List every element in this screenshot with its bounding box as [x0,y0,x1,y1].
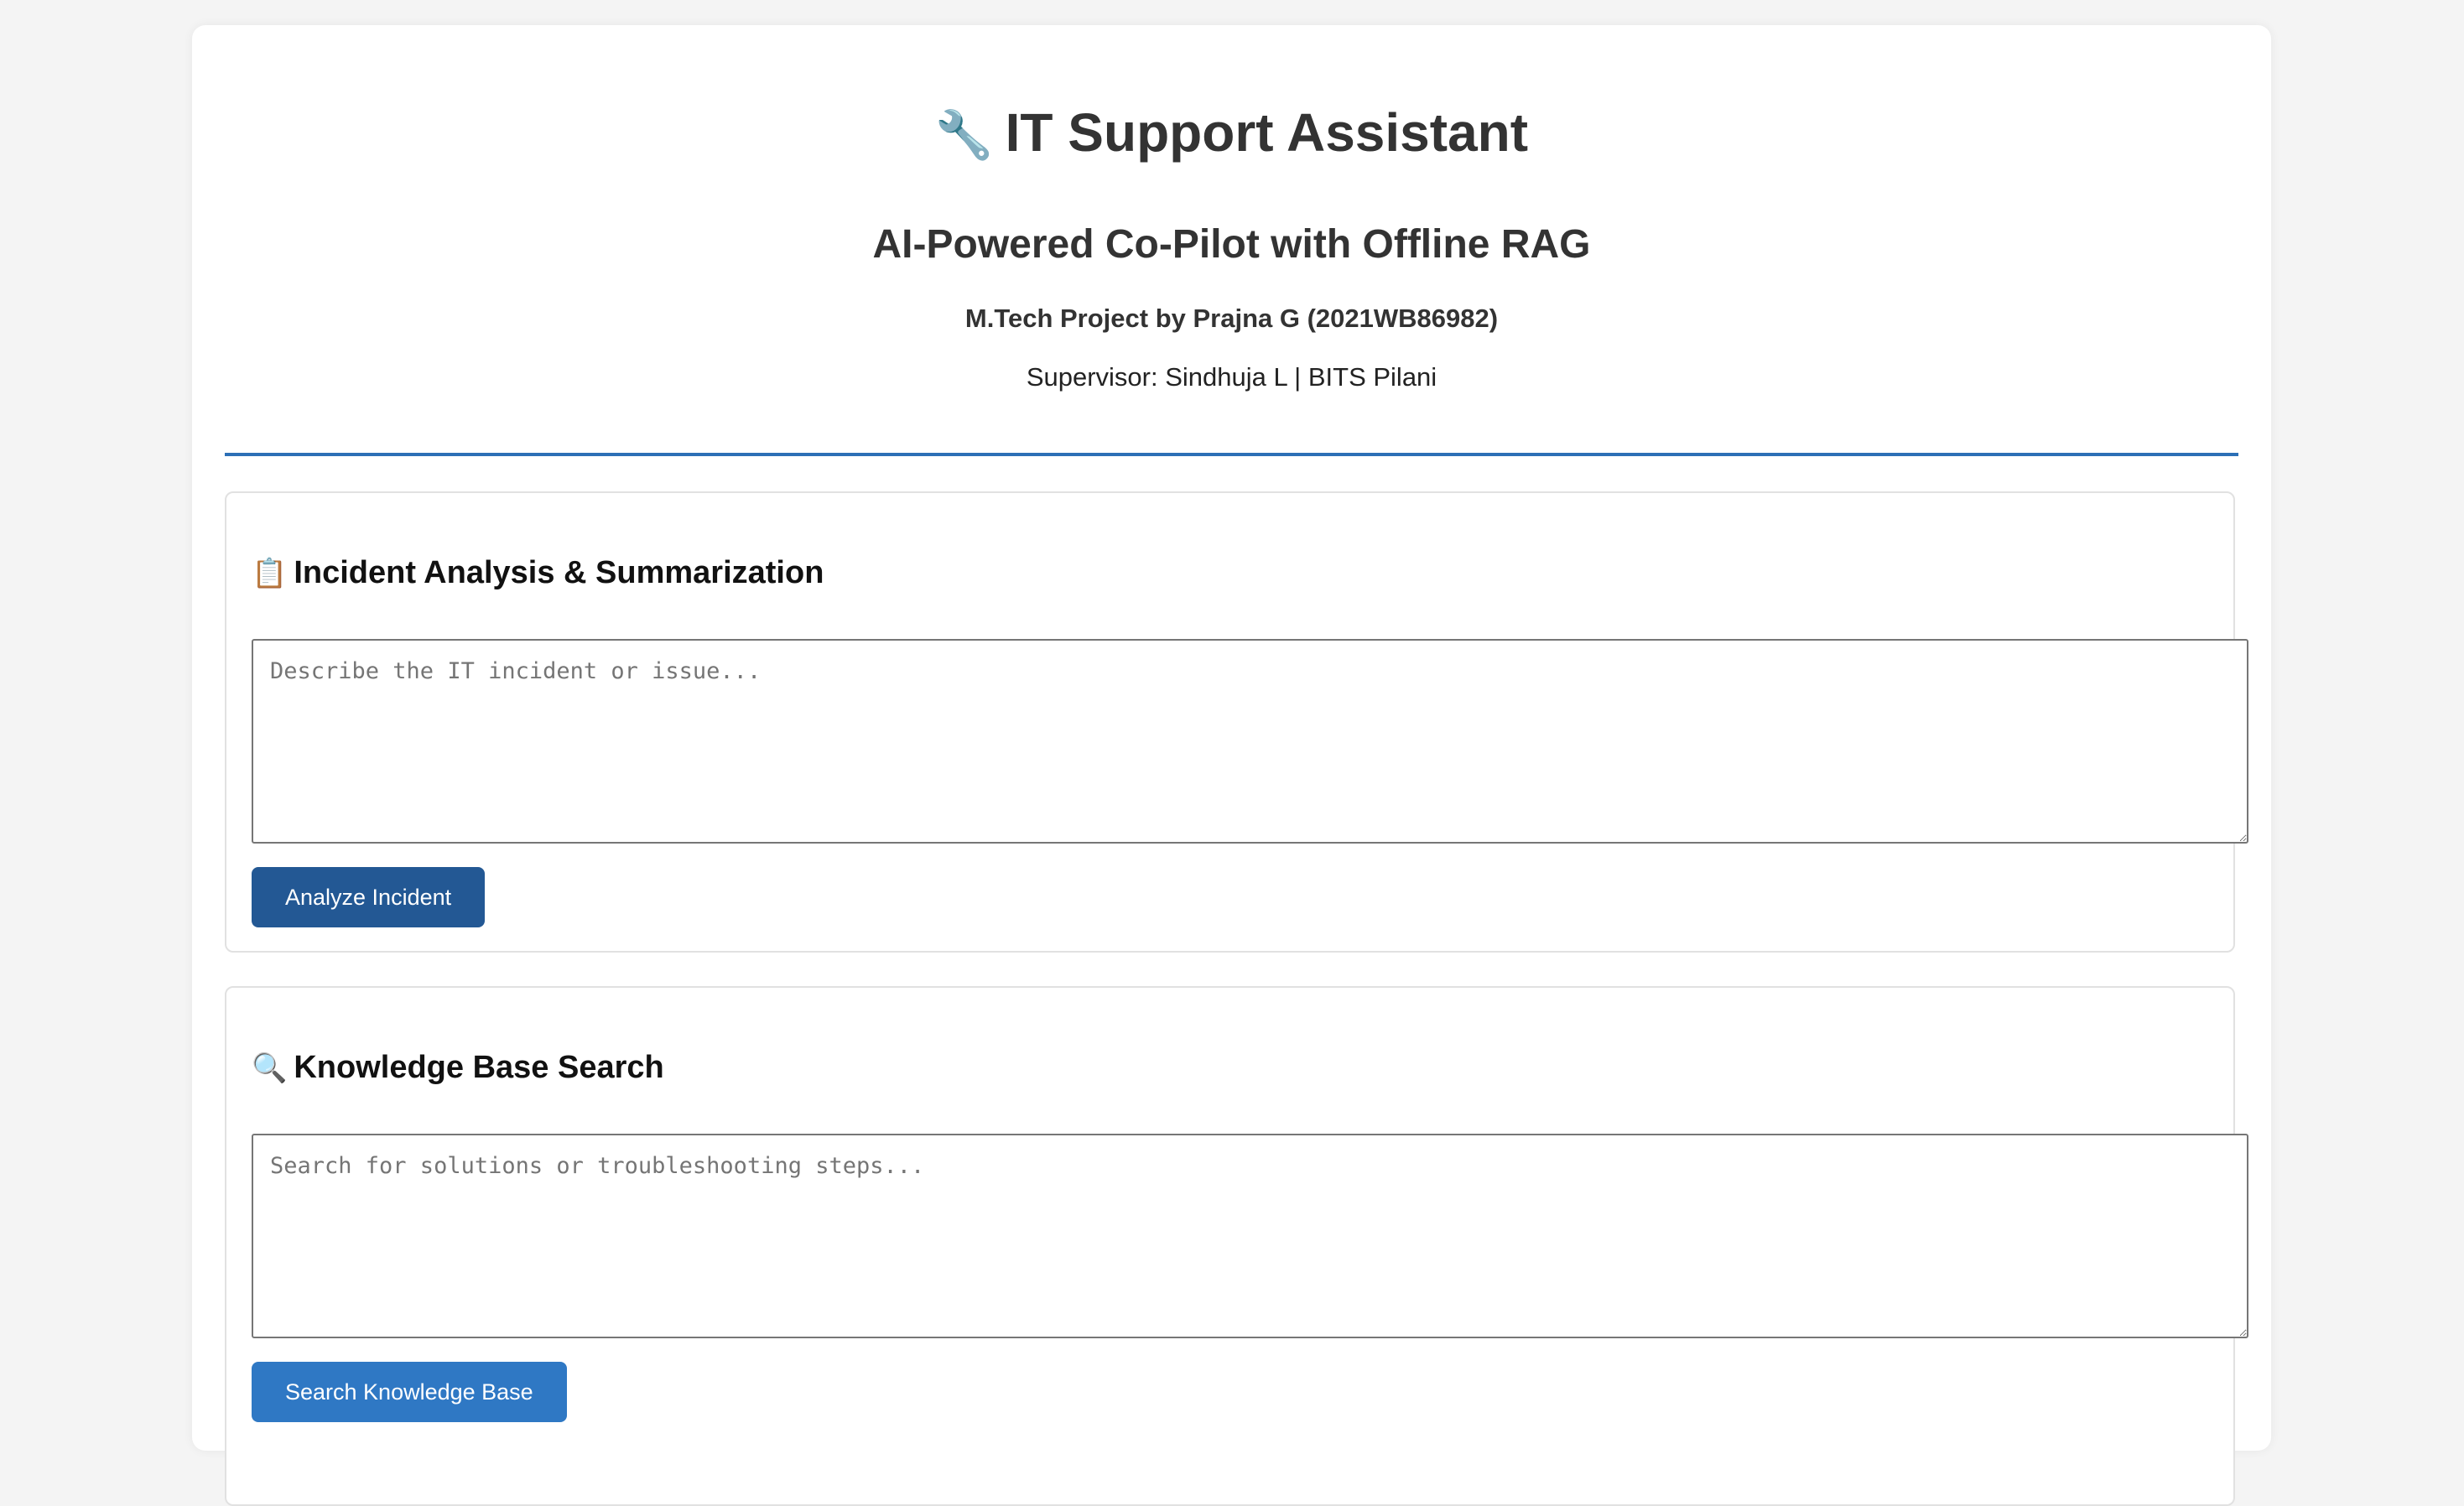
page-title-text: IT Support Assistant [1005,102,1529,163]
analyze-incident-button[interactable]: Analyze Incident [252,867,486,927]
wrench-icon: 🔧 [934,108,994,161]
incident-description-input[interactable] [252,639,2248,844]
incident-analysis-heading-text: Incident Analysis & Summarization [294,555,824,590]
incident-analysis-heading: 📋 Incident Analysis & Summarization [252,552,824,595]
main-container: 🔧 IT Support Assistant AI-Powered Co-Pilo… [192,25,2271,1506]
magnifier-icon: 🔍 [252,1052,288,1084]
supervisor-line: Supervisor: Sindhuja L | BITS Pilani [1026,362,1437,392]
knowledge-base-card: 🔍Knowledge Base Search Search Knowledge … [225,986,2248,1506]
page-subtitle: AI-Powered Co-Pilot with Offline RAG [872,222,1591,267]
knowledge-base-heading: 🔍 Knowledge Base Search [252,1046,664,1089]
knowledge-base-heading-text: Knowledge Base Search [294,1050,664,1085]
search-knowledge-base-button[interactable]: Search Knowledge Base [252,1362,567,1422]
project-byline: M.Tech Project by Prajna G (2021WB86982) [964,304,1499,333]
incident-analysis-card: 📋Incident Analysis & Summarization Analy… [225,491,2248,953]
knowledge-base-search-input[interactable] [252,1134,2248,1338]
page-title: 🔧 IT Support Assistant [192,99,2271,169]
header-divider [225,453,2238,456]
clipboard-icon: 📋 [252,558,288,589]
